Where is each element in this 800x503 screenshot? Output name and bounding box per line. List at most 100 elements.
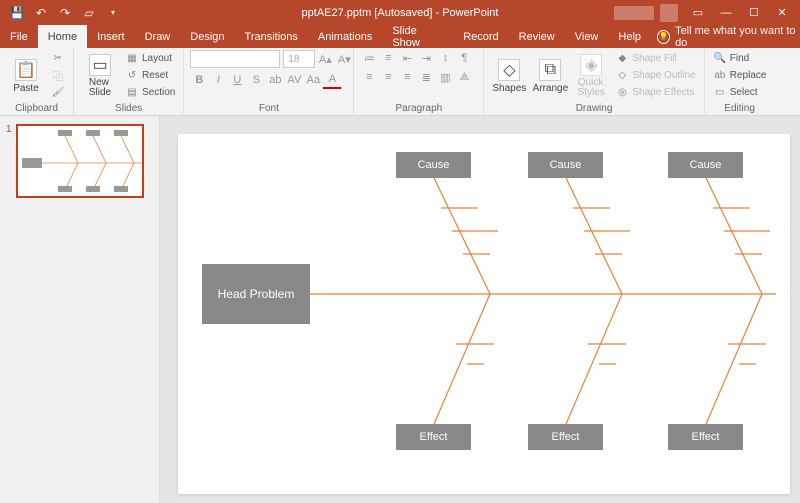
tab-animations[interactable]: Animations [308, 25, 382, 48]
slide-thumbnail[interactable] [16, 124, 144, 198]
shape-effects-button[interactable]: ◎Shape Effects [613, 84, 697, 100]
thumb-effect [86, 186, 100, 192]
tab-design[interactable]: Design [180, 25, 234, 48]
indent-inc-icon[interactable]: ⇥ [417, 50, 435, 66]
effect-box[interactable]: Effect [396, 424, 471, 450]
group-editing: 🔍Find abReplace ▭Select Editing [705, 48, 775, 116]
select-label: Select [730, 87, 758, 98]
quick-styles-button[interactable]: ◈Quick Styles [572, 50, 610, 102]
cause-box[interactable]: Cause [668, 152, 743, 178]
tell-me-search[interactable]: 💡Tell me what you want to do [657, 25, 800, 49]
font-color-icon[interactable]: A [323, 71, 341, 89]
paste-button[interactable]: 📋Paste [6, 50, 46, 102]
line-spacing-icon[interactable]: ↕ [436, 50, 454, 66]
ribbon-options-icon[interactable]: ▭ [684, 2, 712, 24]
tab-home[interactable]: Home [38, 25, 87, 48]
tab-file[interactable]: File [0, 25, 38, 48]
align-right-icon[interactable]: ≡ [398, 69, 416, 85]
text-direction-icon[interactable]: ¶ [455, 50, 473, 66]
start-icon[interactable]: ▱ [78, 2, 100, 24]
columns-icon[interactable]: ▥ [436, 69, 454, 85]
tab-help[interactable]: Help [608, 25, 651, 48]
font-family-input[interactable] [190, 50, 280, 68]
ribbon: 📋Paste ✂ ⿻ 🖌 Clipboard ▭New Slide ▦Layou… [0, 48, 800, 116]
select-button[interactable]: ▭Select [711, 84, 769, 100]
thumb-effect [58, 186, 72, 192]
arrange-icon: ⧉ [539, 59, 561, 81]
user-badge[interactable] [614, 6, 654, 20]
indent-dec-icon[interactable]: ⇤ [398, 50, 416, 66]
new-slide-button[interactable]: ▭New Slide [80, 50, 120, 102]
shape-fill-button[interactable]: ◆Shape Fill [613, 50, 697, 66]
shapes-label: Shapes [492, 83, 526, 94]
slide[interactable]: Head Problem Cause Cause Cause Effect Ef… [178, 134, 790, 494]
tab-transitions[interactable]: Transitions [235, 25, 308, 48]
spacing-icon[interactable]: AV [285, 71, 303, 89]
tab-review[interactable]: Review [509, 25, 565, 48]
shadow-icon[interactable]: ab [266, 71, 284, 89]
redo-icon[interactable]: ↷ [54, 2, 76, 24]
quick-styles-icon: ◈ [580, 54, 602, 76]
tab-insert[interactable]: Insert [87, 25, 135, 48]
underline-icon[interactable]: U [228, 71, 246, 89]
find-button[interactable]: 🔍Find [711, 50, 769, 66]
align-left-icon[interactable]: ≡ [360, 69, 378, 85]
section-icon: ▤ [125, 85, 139, 99]
find-icon: 🔍 [713, 51, 727, 65]
user-avatar[interactable] [660, 4, 678, 22]
effects-label: Shape Effects [632, 87, 694, 98]
tab-record[interactable]: Record [453, 25, 508, 48]
section-button[interactable]: ▤Section [123, 84, 177, 100]
increase-font-icon[interactable]: A▴ [316, 50, 334, 68]
cause-box[interactable]: Cause [528, 152, 603, 178]
format-painter-button[interactable]: 🖌 [49, 84, 67, 100]
reset-icon: ↺ [125, 68, 139, 82]
layout-button[interactable]: ▦Layout [123, 50, 177, 66]
quick-styles-label: Quick Styles [578, 78, 605, 98]
cause-box[interactable]: Cause [396, 152, 471, 178]
effect-box[interactable]: Effect [668, 424, 743, 450]
tab-slideshow[interactable]: Slide Show [382, 25, 453, 48]
justify-icon[interactable]: ≣ [417, 69, 435, 85]
replace-button[interactable]: abReplace [711, 67, 769, 83]
font-size-input[interactable]: 18 [283, 50, 315, 68]
undo-icon[interactable]: ↶ [30, 2, 52, 24]
fill-icon: ◆ [615, 51, 629, 65]
minimize-icon[interactable]: — [712, 2, 740, 24]
window-controls: ▭ — ☐ ✕ [614, 2, 800, 24]
fill-label: Shape Fill [632, 53, 676, 64]
tab-draw[interactable]: Draw [135, 25, 181, 48]
effect-box[interactable]: Effect [528, 424, 603, 450]
case-icon[interactable]: Aa [304, 71, 322, 89]
reset-button[interactable]: ↺Reset [123, 67, 177, 83]
group-paragraph: ≔ ≡ ⇤ ⇥ ↕ ¶ ≡ ≡ ≡ ≣ ▥ ⟁ Paragraph [354, 48, 484, 116]
align-center-icon[interactable]: ≡ [379, 69, 397, 85]
decrease-font-icon[interactable]: A▾ [335, 50, 353, 68]
layout-label: Layout [142, 53, 172, 64]
italic-icon[interactable]: I [209, 71, 227, 89]
title-bar: 💾 ↶ ↷ ▱ ▾ pptAE27.pptm [Autosaved] - Pow… [0, 0, 800, 25]
cut-button[interactable]: ✂ [49, 50, 67, 66]
maximize-icon[interactable]: ☐ [740, 2, 768, 24]
tab-view[interactable]: View [565, 25, 609, 48]
close-icon[interactable]: ✕ [768, 2, 796, 24]
new-slide-icon: ▭ [89, 54, 111, 76]
smartart-icon[interactable]: ⟁ [455, 69, 473, 85]
section-label: Section [142, 87, 175, 98]
replace-label: Replace [730, 70, 767, 81]
head-problem-box[interactable]: Head Problem [202, 264, 310, 324]
new-slide-label: New Slide [89, 78, 111, 98]
replace-icon: ab [713, 68, 727, 82]
qat-dropdown-icon[interactable]: ▾ [102, 2, 124, 24]
save-icon[interactable]: 💾 [6, 2, 28, 24]
copy-button[interactable]: ⿻ [49, 67, 67, 83]
shape-outline-button[interactable]: ◇Shape Outline [613, 67, 697, 83]
bold-icon[interactable]: B [190, 71, 208, 89]
bullets-icon[interactable]: ≔ [360, 50, 378, 66]
strike-icon[interactable]: S [247, 71, 265, 89]
shapes-button[interactable]: ◇Shapes [490, 50, 528, 102]
paste-icon: 📋 [15, 59, 37, 81]
slide-canvas[interactable]: Head Problem Cause Cause Cause Effect Ef… [160, 116, 800, 503]
arrange-button[interactable]: ⧉Arrange [531, 50, 569, 102]
numbering-icon[interactable]: ≡ [379, 50, 397, 66]
